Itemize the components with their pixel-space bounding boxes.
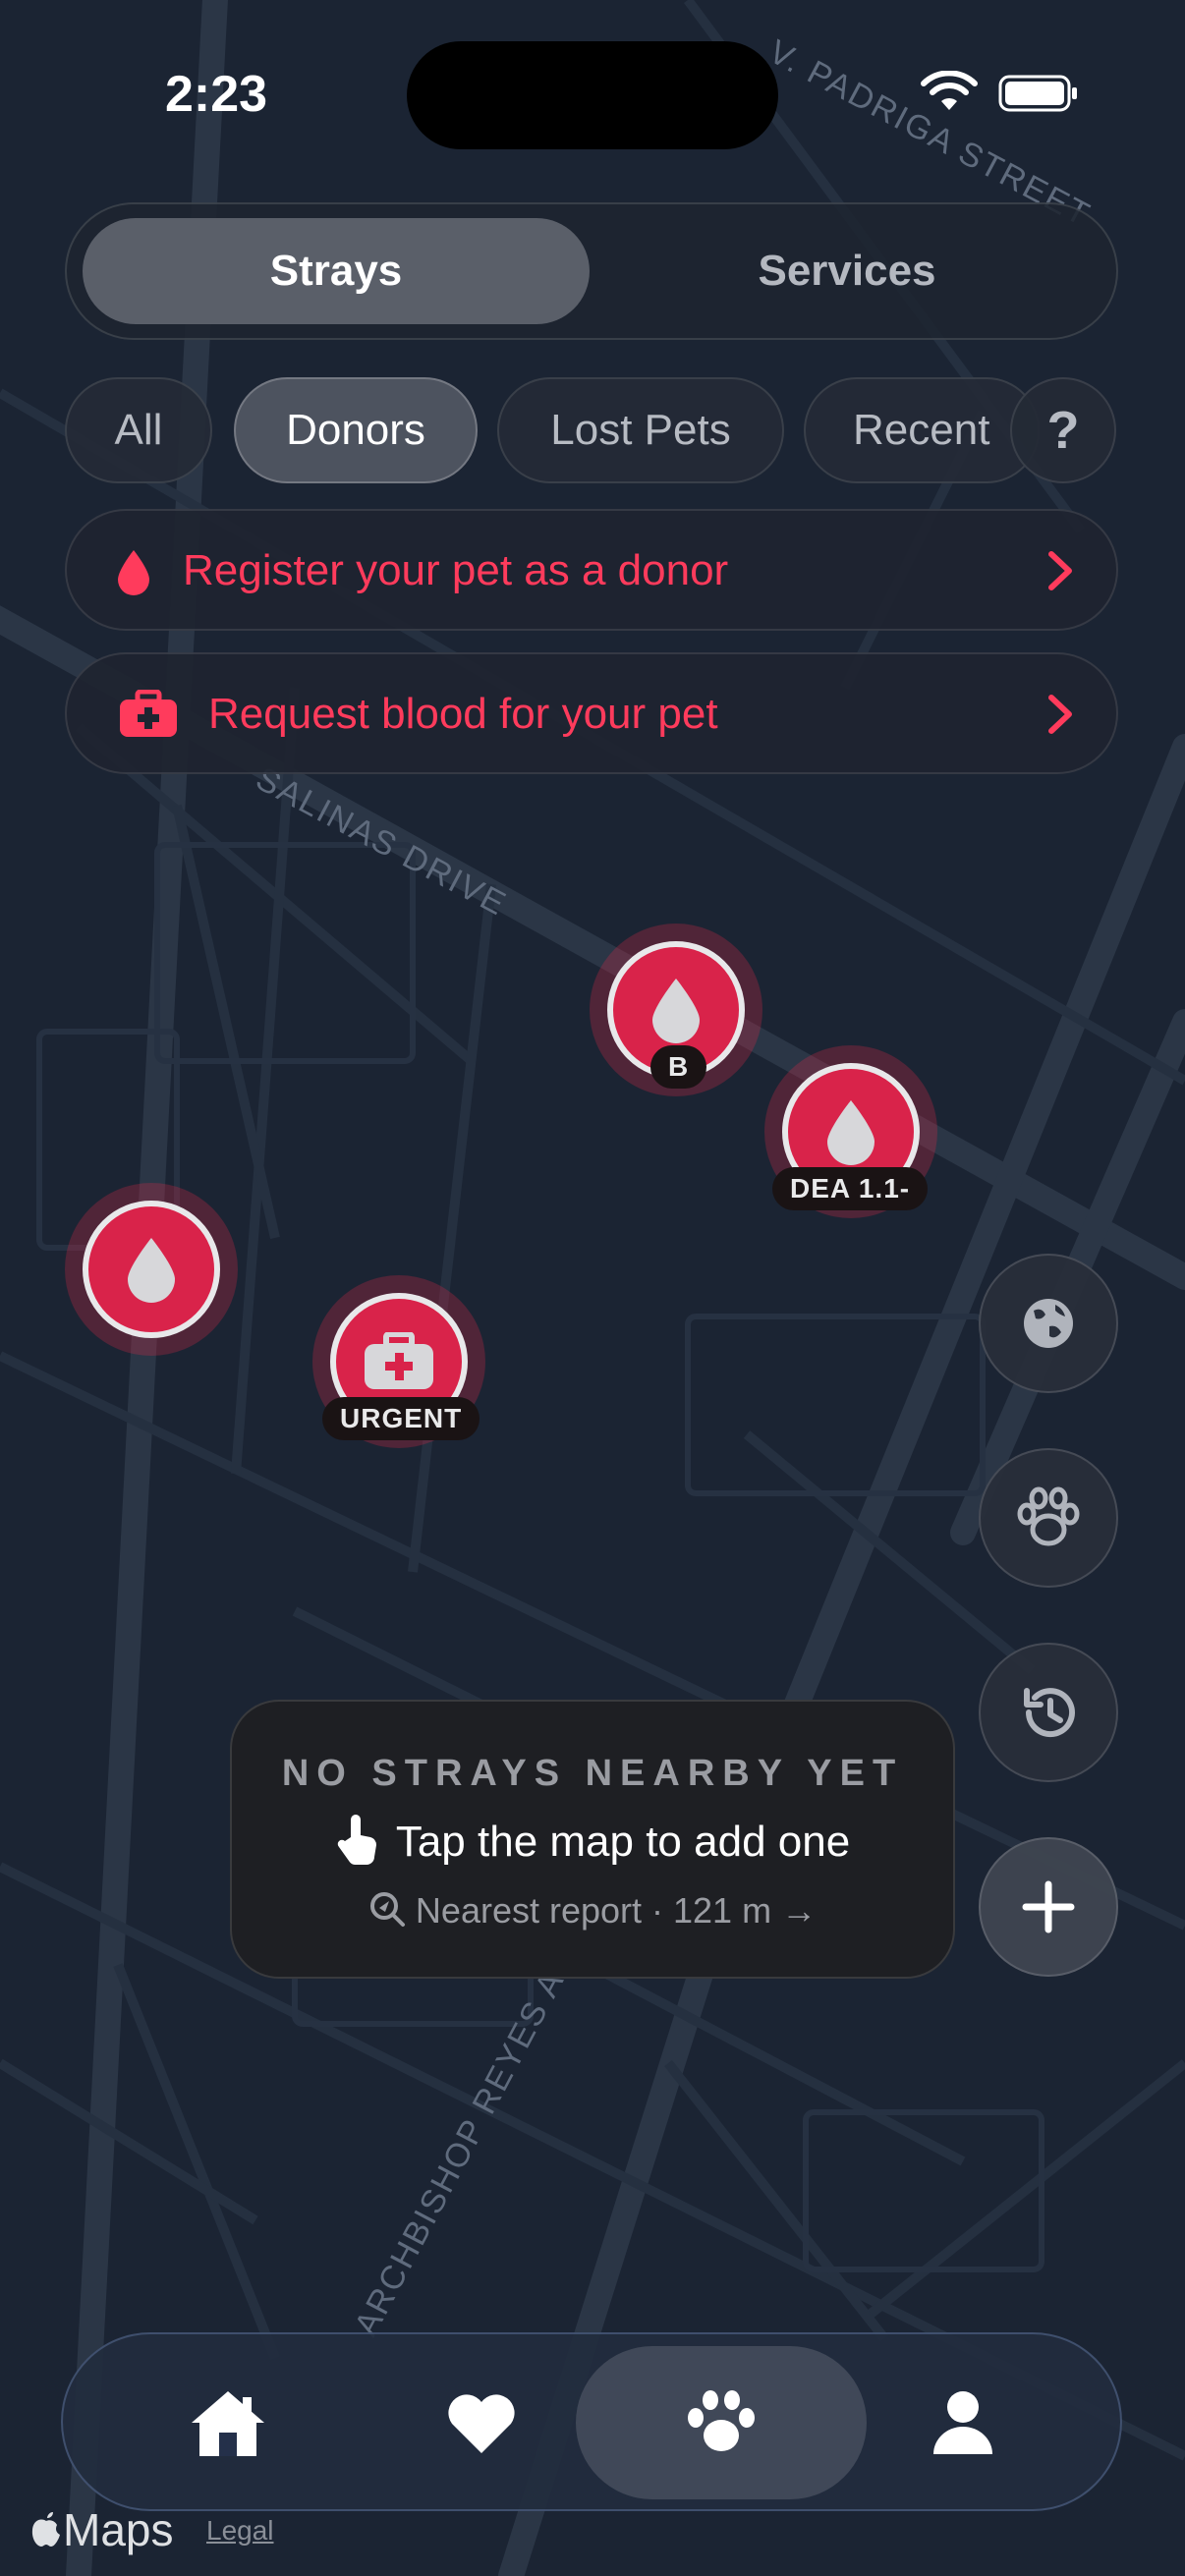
donor-pin-dea[interactable]: DEA 1.1- <box>764 1045 937 1218</box>
apple-icon <box>29 2505 63 2558</box>
maps-label: Maps <box>63 2504 174 2555</box>
tab-home[interactable] <box>83 2346 373 2499</box>
chip-lost-pets[interactable]: Lost Pets <box>497 377 784 483</box>
history-button[interactable] <box>979 1643 1118 1782</box>
blood-drop-icon <box>128 1238 175 1303</box>
search-location-icon <box>368 1890 406 1936</box>
segment-strays[interactable]: Strays <box>83 218 590 324</box>
tap-hand-icon <box>335 1812 382 1877</box>
chip-all[interactable]: All <box>65 377 212 483</box>
maps-attribution: Maps <box>29 2503 173 2558</box>
paw-icon <box>688 2390 755 2451</box>
request-blood-label: Request blood for your pet <box>208 690 718 738</box>
donor-pin-b[interactable]: B <box>590 924 762 1096</box>
segment-services[interactable]: Services <box>593 218 1100 324</box>
add-button[interactable] <box>979 1837 1118 1977</box>
globe-icon <box>1024 1299 1073 1348</box>
person-icon <box>933 2391 992 2454</box>
dynamic-island <box>407 41 778 149</box>
chip-recent[interactable]: Recent <box>804 377 1040 483</box>
blood-drop-icon <box>652 979 700 1043</box>
pin-label-urgent: URGENT <box>322 1397 480 1440</box>
medical-kit-icon <box>365 1332 433 1389</box>
donor-pin[interactable] <box>65 1183 238 1356</box>
empty-state-message: Tap the map to add one <box>232 1812 953 1877</box>
empty-state-title: NO STRAYS NEARBY YET <box>281 1753 904 1794</box>
wifi-icon <box>921 71 978 110</box>
plus-icon <box>1022 1880 1075 1933</box>
pin-label-dea: DEA 1.1- <box>772 1167 929 1210</box>
urgent-request-pin[interactable]: URGENT <box>312 1275 485 1448</box>
blood-drop-icon <box>827 1100 875 1165</box>
paw-filter-button[interactable] <box>979 1448 1118 1588</box>
help-button[interactable]: ? <box>1010 377 1116 483</box>
paw-icon <box>1017 1486 1080 1546</box>
blood-drop-icon <box>118 550 149 595</box>
empty-state-main-text: Tap the map to add one <box>395 1818 851 1867</box>
legal-link[interactable]: Legal <box>206 2515 274 2547</box>
chevron-right-icon <box>1048 551 1072 590</box>
empty-state-card: NO STRAYS NEARBY YET Tap the map to add … <box>230 1700 955 1979</box>
register-donor-label: Register your pet as a donor <box>183 546 729 594</box>
battery-icon <box>998 75 1077 112</box>
heart-icon <box>448 2394 515 2453</box>
nearest-report-link[interactable]: Nearest report · 121 m → <box>232 1890 953 1936</box>
chevron-right-icon <box>1048 695 1072 734</box>
history-icon <box>1024 1688 1075 1738</box>
nearest-report-text: Nearest report · 121 m → <box>415 1890 818 1932</box>
tab-profile[interactable] <box>818 2346 1108 2499</box>
status-time: 2:23 <box>165 66 268 123</box>
register-donor-banner[interactable]: Register your pet as a donor <box>65 509 1118 631</box>
segmented-control: Strays Services <box>65 202 1118 340</box>
tab-bar <box>61 2332 1122 2511</box>
pin-label-b: B <box>650 1045 707 1089</box>
globe-button[interactable] <box>979 1254 1118 1393</box>
medical-kit-icon <box>120 690 177 737</box>
chip-donors[interactable]: Donors <box>234 377 478 483</box>
home-icon <box>192 2391 264 2456</box>
request-blood-banner[interactable]: Request blood for your pet <box>65 652 1118 774</box>
